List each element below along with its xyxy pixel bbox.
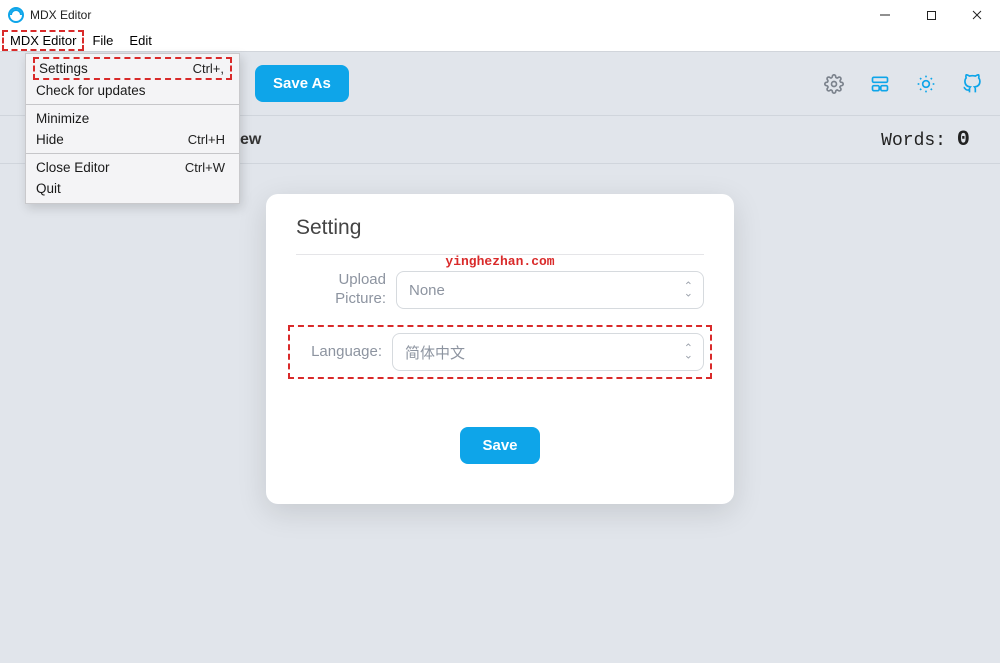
upload-picture-value: None (409, 282, 445, 299)
app-menu-dropdown: Settings Ctrl+, Check for updates Minimi… (25, 53, 240, 204)
menu-item-hide[interactable]: Hide Ctrl+H (26, 129, 239, 150)
upload-picture-select[interactable]: None ⌃⌄ (396, 271, 704, 309)
language-row: Language: 简体中文 ⌃⌄ (288, 325, 712, 379)
language-label: Language: (296, 343, 392, 362)
menu-item-label: Minimize (36, 111, 89, 126)
menu-item-label: Quit (36, 181, 61, 196)
menu-separator (26, 153, 239, 154)
menu-item-label: Close Editor (36, 160, 110, 175)
menubar-item-file[interactable]: File (84, 31, 121, 50)
minimize-window-button[interactable] (862, 0, 908, 30)
watermark-text: yinghezhan.com (445, 254, 554, 269)
word-count-value: 0 (957, 127, 970, 152)
theme-brightness-icon-button[interactable] (908, 66, 944, 102)
menu-item-quit[interactable]: Quit (26, 178, 239, 199)
menubar: MDX Editor File Edit (0, 30, 1000, 52)
menu-item-check-updates[interactable]: Check for updates (26, 80, 239, 101)
menu-item-settings[interactable]: Settings Ctrl+, (33, 57, 232, 80)
settings-panel: Setting yinghezhan.com Upload Picture: N… (266, 194, 734, 504)
partial-text-ew: ew (240, 131, 261, 149)
upload-picture-row: Upload Picture: None ⌃⌄ (296, 271, 704, 309)
settings-icon-button[interactable] (816, 66, 852, 102)
window-title: MDX Editor (30, 8, 91, 22)
menu-item-minimize[interactable]: Minimize (26, 108, 239, 129)
layout-panels-icon-button[interactable] (862, 66, 898, 102)
menu-item-label: Hide (36, 132, 64, 147)
menubar-item-edit[interactable]: Edit (121, 31, 159, 50)
language-value: 简体中文 (405, 342, 465, 363)
window-controls (862, 0, 1000, 30)
word-count-label: Words: (881, 131, 946, 151)
save-as-button[interactable]: Save As (255, 65, 349, 102)
maximize-window-button[interactable] (908, 0, 954, 30)
chevron-up-down-icon: ⌃⌄ (684, 283, 693, 296)
github-icon-button[interactable] (954, 66, 990, 102)
menu-item-shortcut: Ctrl+W (185, 160, 225, 175)
content-area: Setting yinghezhan.com Upload Picture: N… (0, 164, 1000, 663)
menubar-item-app[interactable]: MDX Editor (2, 30, 84, 51)
settings-title: Setting (296, 216, 704, 240)
app-logo-icon (8, 7, 24, 23)
close-window-button[interactable] (954, 0, 1000, 30)
menu-item-close-editor[interactable]: Close Editor Ctrl+W (26, 157, 239, 178)
upload-picture-label: Upload Picture: (296, 271, 396, 309)
word-count: Words: 0 (881, 127, 970, 152)
chevron-up-down-icon: ⌃⌄ (684, 345, 693, 358)
language-select[interactable]: 简体中文 ⌃⌄ (392, 333, 704, 371)
save-button[interactable]: Save (460, 427, 539, 464)
menu-item-label: Settings (39, 61, 88, 76)
menu-item-label: Check for updates (36, 83, 146, 98)
window-titlebar: MDX Editor (0, 0, 1000, 30)
menu-separator (26, 104, 239, 105)
menu-item-shortcut: Ctrl+H (188, 132, 225, 147)
menu-item-shortcut: Ctrl+, (193, 61, 224, 76)
